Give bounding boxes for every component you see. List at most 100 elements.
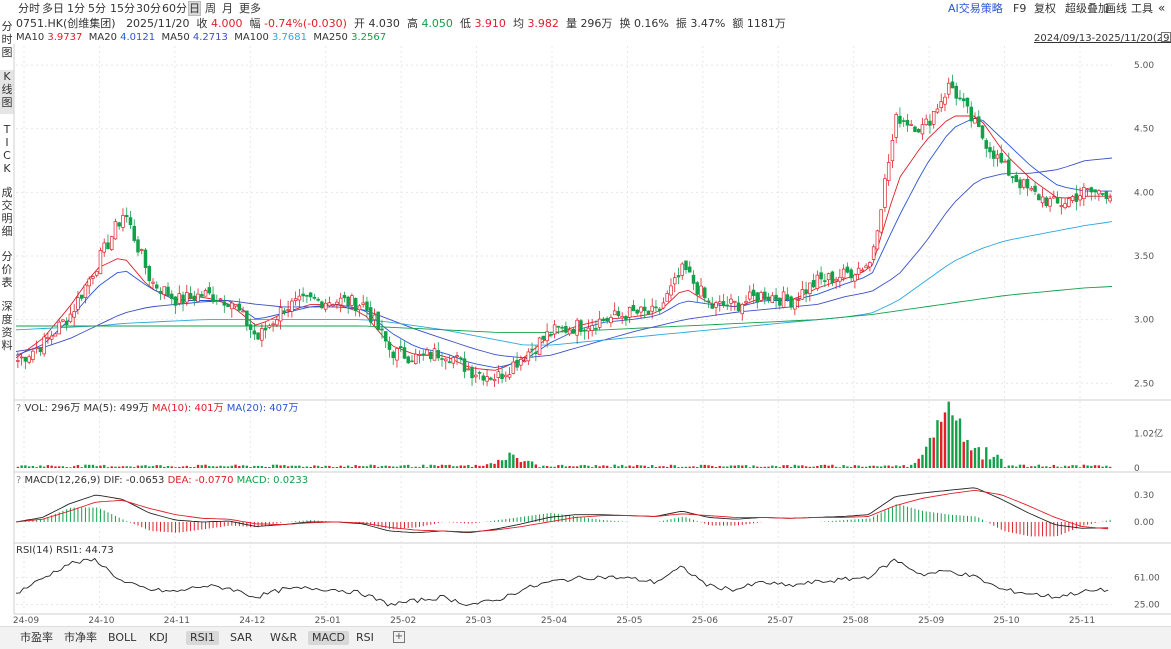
volume-bar [560,464,564,468]
volume-bar [193,467,196,468]
candle-body [151,281,155,284]
volume-bar [894,465,898,468]
volume-bar [245,465,249,468]
volume-bar [602,465,605,468]
volume-bar [39,465,42,468]
candle-body [440,358,444,360]
volume-bar [361,466,365,468]
candle-body [1003,160,1007,163]
vol-value-label: VOL: 296万 [24,403,81,414]
volume-bar [654,467,658,468]
candle-body [672,277,677,285]
volume-bar [103,464,106,468]
candle-body [429,351,433,360]
candle-body [778,297,782,306]
x-tick-label: 24-12 [239,616,265,626]
volume-bar [226,466,230,468]
candle-body [132,225,136,241]
volume-bar [403,465,406,468]
tab-rsi1[interactable]: RSI1 [186,631,219,645]
help-icon[interactable]: ? [16,403,21,414]
volume-bar [1033,466,1037,468]
volume-bar [1090,465,1093,468]
volume-bar [771,465,774,468]
volume-bar [159,465,162,468]
axis-labels: 24-09 24-10 24-11 24-12 25-01 25-02 25-03 25-04… [13,61,1163,626]
candle-body [556,325,561,328]
rsi1-line [15,557,1109,607]
candle-body [421,353,425,356]
volume-bar [234,464,237,468]
candle-body [102,242,106,253]
candle-body [992,150,996,159]
volume-bar [733,465,736,468]
volume-bar [57,466,61,468]
candle-body [436,350,441,359]
volume-bar [118,466,121,468]
tab-rsi[interactable]: RSI [356,631,374,645]
volume-bar [677,467,680,468]
tab-kdj[interactable]: KDJ [149,631,168,645]
tab-sar[interactable]: SAR [230,631,252,645]
volume-bar [211,466,215,468]
y-tick-label: 25.00 [1134,601,1160,611]
candle-body [162,286,167,295]
volume-bar [778,467,782,468]
candle-body [519,359,523,366]
candle-body [796,299,801,301]
volume-bar [917,458,920,468]
volume-bar [962,441,965,468]
volume-bar [846,466,849,468]
y-tick-label: 0 [1134,464,1140,474]
candle-body [609,317,613,324]
candle-body [1089,187,1094,193]
volume-bar [681,466,684,468]
candle-body [687,266,692,273]
candle-body [188,292,193,299]
volume-bar [842,465,845,468]
volume-bar [887,465,890,468]
tab-macd[interactable]: MACD [308,631,349,645]
plus-square-icon[interactable]: + [393,631,405,643]
candle-body [1074,193,1079,202]
volume-bar [467,464,470,468]
candle-body [275,319,279,326]
volume-bar [65,467,68,468]
tab-pb[interactable]: 市净率 [64,631,97,645]
candle-body [147,266,151,282]
volume-bar [947,401,950,468]
volume-bar [279,465,282,468]
volume-bar [95,466,98,468]
volume-bar [170,466,173,468]
volume-bar [241,465,245,468]
volume-bar [238,465,241,468]
volume-bar [883,465,887,468]
tab-boll[interactable]: BOLL [108,631,136,645]
volume-bar [789,466,793,468]
candle-body [1048,198,1052,207]
volume-bar [955,420,958,468]
volume-bar [313,465,316,468]
volume-bar [54,466,57,468]
candle-body [635,309,639,314]
tab-wr[interactable]: W&R [270,631,297,645]
volume-bar [91,464,95,468]
volume-bar [384,465,387,468]
volume-bar [1108,466,1112,468]
volume-bar [1018,464,1022,468]
candle-body [1063,203,1067,209]
volume-bar [1067,466,1071,468]
volume-bar [673,465,676,468]
candle-body [252,330,257,335]
vol-ma10-label: MA(10): 401万 [151,403,224,414]
candle-body [661,302,666,309]
candle-body [1104,191,1109,200]
candle-body [1070,196,1075,201]
volume-bar [729,465,733,468]
y-tick-label: 0.00 [1134,518,1154,528]
tab-pe[interactable]: 市盈率 [20,631,53,645]
candle-body [38,347,43,353]
candle-body [466,368,471,371]
chart-canvas[interactable]: 24-09 24-10 24-11 24-12 25-01 25-02 25-03 25-04… [0,0,1171,626]
help-icon[interactable]: ? [16,475,21,486]
